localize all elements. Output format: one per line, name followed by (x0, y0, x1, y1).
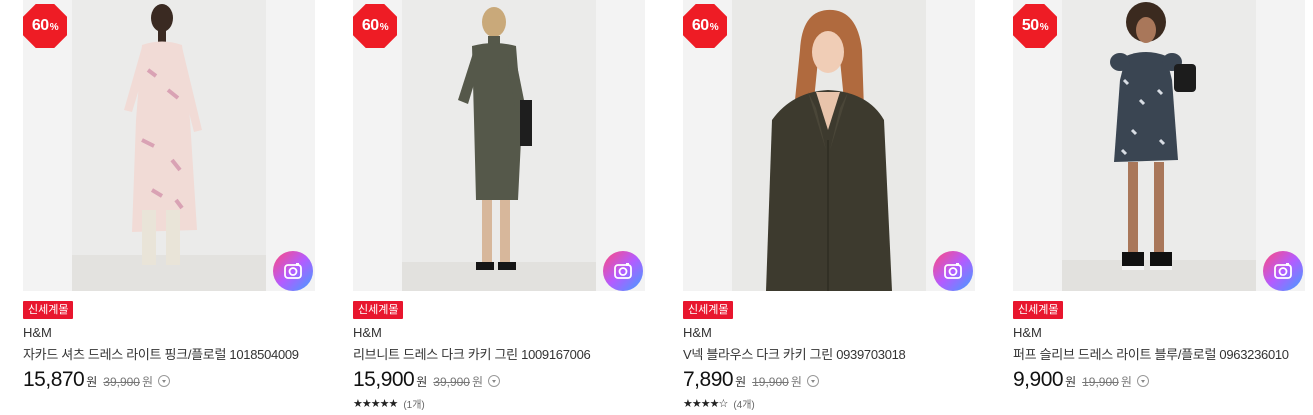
discount-label: 60% (353, 4, 397, 48)
original-price-unit: 원 (790, 375, 802, 389)
original-price: 39,900 (433, 375, 470, 389)
rating-stars: ★★★★☆ (683, 398, 728, 410)
product-photo[interactable] (72, 0, 266, 291)
product-card[interactable]: 60% 신세계몰 H&M 자카드 셔츠 드레스 라이트 핑크/플로럴 10185… (23, 0, 315, 415)
mall-tag: 신세계몰 (683, 301, 734, 319)
chevron-down-icon[interactable] (488, 375, 501, 387)
price-unit: 원 (1065, 375, 1077, 389)
discount-unit: % (709, 22, 719, 33)
review-count[interactable]: (4개) (733, 396, 754, 411)
product-photo[interactable] (1062, 0, 1256, 291)
price-unit: 원 (735, 375, 747, 389)
product-image-frame[interactable]: 60% (23, 0, 315, 291)
camera-glyph (1274, 263, 1292, 279)
discount-badge: 60% (683, 4, 727, 48)
discount-value: 50 (1021, 17, 1039, 34)
brand-name[interactable]: H&M (683, 325, 712, 340)
sale-price: 7,890 (683, 368, 734, 391)
product-name[interactable]: V넥 블라우스 다크 카키 그린 0939703018 (683, 344, 906, 363)
price-row: 7,890 원 19,900 원 (683, 368, 819, 392)
sale-price: 15,900 (353, 368, 415, 391)
price-row: 15,900 원 39,900 원 (353, 368, 501, 392)
price-row: 9,900 원 19,900 원 (1013, 368, 1149, 392)
product-name[interactable]: 리브니트 드레스 다크 카키 그린 1009167006 (353, 344, 591, 363)
original-price: 19,900 (752, 375, 789, 389)
discount-label: 50% (1013, 4, 1057, 48)
original-price: 19,900 (1082, 375, 1119, 389)
brand-name[interactable]: H&M (353, 325, 382, 340)
original-price: 39,900 (103, 375, 140, 389)
product-name[interactable]: 퍼프 슬리브 드레스 라이트 블루/플로럴 0963236010 (1013, 344, 1289, 363)
original-price-unit: 원 (141, 375, 154, 389)
discount-unit: % (1039, 22, 1049, 33)
camera-search-icon[interactable] (1263, 251, 1303, 291)
camera-glyph (614, 263, 632, 279)
chevron-down-icon[interactable] (806, 375, 819, 387)
discount-badge: 50% (1013, 4, 1057, 48)
product-image-frame[interactable]: 60% (353, 0, 645, 291)
original-price-unit: 원 (1120, 375, 1132, 389)
camera-search-icon[interactable] (933, 251, 973, 291)
product-card[interactable]: 60% 신세계몰 H&M 리브니트 드레스 다크 카키 그린 100916700… (353, 0, 645, 415)
original-price-unit: 원 (471, 375, 484, 389)
camera-search-icon[interactable] (603, 251, 643, 291)
product-card[interactable]: 60% 신세계몰 H&M V넥 블라우스 다크 카키 그린 0939703018… (683, 0, 975, 415)
discount-value: 60 (31, 17, 49, 34)
discount-badge: 60% (23, 4, 67, 48)
price-unit: 원 (86, 375, 98, 389)
price-row: 15,870 원 39,900 원 (23, 368, 171, 392)
sale-price: 9,900 (1013, 368, 1064, 391)
product-card[interactable]: 50% 신세계몰 H&M 퍼프 슬리브 드레스 라이트 블루/플로럴 09632… (1013, 0, 1305, 415)
chevron-down-icon[interactable] (1136, 375, 1149, 387)
mall-tag: 신세계몰 (353, 301, 404, 319)
discount-badge: 60% (353, 4, 397, 48)
camera-glyph (284, 263, 302, 279)
discount-unit: % (49, 22, 59, 33)
review-count[interactable]: (1개) (403, 396, 424, 411)
rating: ★★★★★ (1개) (353, 396, 425, 411)
price-unit: 원 (416, 375, 428, 389)
camera-glyph (944, 263, 962, 279)
discount-label: 60% (23, 4, 67, 48)
mall-tag: 신세계몰 (1013, 301, 1064, 319)
product-image-frame[interactable]: 60% (683, 0, 975, 291)
brand-name[interactable]: H&M (1013, 325, 1042, 340)
product-image-frame[interactable]: 50% (1013, 0, 1305, 291)
rating: ★★★★☆ (4개) (683, 396, 755, 411)
discount-value: 60 (691, 17, 709, 34)
camera-search-icon[interactable] (273, 251, 313, 291)
discount-unit: % (379, 22, 389, 33)
sale-price: 15,870 (23, 368, 85, 391)
mall-tag: 신세계몰 (23, 301, 74, 319)
discount-value: 60 (361, 17, 379, 34)
product-name[interactable]: 자카드 셔츠 드레스 라이트 핑크/플로럴 1018504009 (23, 344, 299, 363)
discount-label: 60% (683, 4, 727, 48)
chevron-down-icon[interactable] (158, 375, 171, 387)
brand-name[interactable]: H&M (23, 325, 52, 340)
product-photo[interactable] (732, 0, 926, 291)
rating-stars: ★★★★★ (353, 398, 398, 410)
product-photo[interactable] (402, 0, 596, 291)
